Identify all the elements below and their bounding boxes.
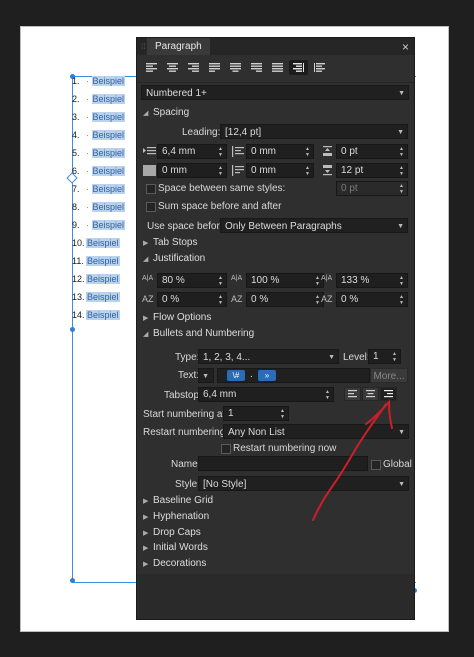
annotation-arrow <box>312 403 387 521</box>
annotation-arrow-overlay <box>312 399 393 521</box>
